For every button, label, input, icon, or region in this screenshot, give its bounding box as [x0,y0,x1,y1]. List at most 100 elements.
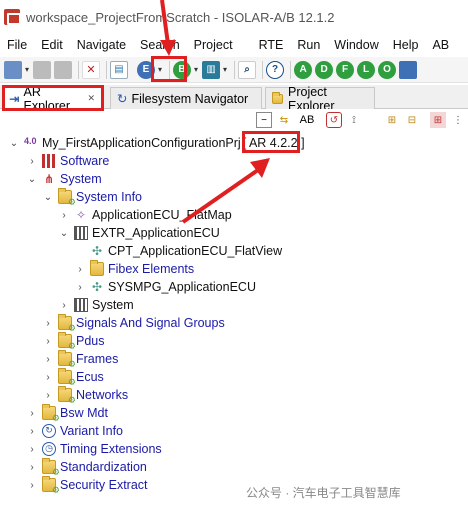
menu-search[interactable]: Search [133,38,187,52]
tree-item-networks[interactable]: › Networks [42,386,129,406]
ab-filter-button[interactable]: AB [296,112,318,128]
b-button[interactable]: B [173,60,192,79]
tree-item-label: EXTR_ApplicationECU [92,226,220,240]
tree-item-system-element[interactable]: › System [58,296,134,314]
expand-toggle-icon[interactable]: › [26,462,38,473]
new-dropdown-icon[interactable]: ▾ [25,65,29,74]
menu-run[interactable]: Run [290,38,327,52]
expand-toggle-icon[interactable]: › [42,336,54,347]
tree-item-sysmpg[interactable]: › ✣ SYSMPG_ApplicationECU [74,278,256,296]
isolar-app-icon [4,9,21,25]
menu-rte[interactable]: RTE [252,38,291,52]
refresh-icon[interactable]: ↺ [326,112,342,128]
menu-file[interactable]: File [0,38,34,52]
menu-project[interactable]: Project [187,38,240,52]
tree-item-label: Security Extract [60,478,148,492]
grid-icon[interactable]: ⊞ [430,112,446,128]
tree-item-pdus[interactable]: › Pdus [42,332,105,352]
folder-icon [272,91,283,104]
menu-help[interactable]: Help [386,38,426,52]
expand-toggle-icon[interactable]: › [58,210,70,221]
l-button[interactable]: L [357,60,376,79]
save-all-icon[interactable] [54,60,73,79]
menu-ab[interactable]: AB [425,38,456,52]
menu-window[interactable]: Window [327,38,385,52]
tree-item-bsw-mdt[interactable]: › Bsw Mdt [26,404,108,424]
menu-navigate[interactable]: Navigate [70,38,133,52]
generate-dropdown-icon[interactable]: ▾ [223,65,227,74]
tree-item-system[interactable]: ⌄ ⋔ System [26,170,102,188]
tree-item-fibex-elements[interactable]: › Fibex Elements [74,260,194,278]
tree-item-system-info[interactable]: ⌄ System Info [42,188,142,208]
add-icon[interactable]: ⊞ [384,112,400,128]
clipboard-icon[interactable]: ▤ [110,60,129,79]
menu-edit[interactable]: Edit [34,38,70,52]
tree-item-timing-extensions[interactable]: › ◷ Timing Extensions [26,440,162,458]
new-icon[interactable] [4,60,22,79]
close-icon[interactable]: ✕ [87,93,95,104]
tree-item-security-extract[interactable]: › Security Extract [26,476,148,496]
expand-toggle-icon[interactable]: › [26,156,38,167]
group-icon[interactable]: ⊟ [404,112,420,128]
b-dropdown-icon[interactable]: ▾ [194,65,198,74]
tree-project-row[interactable]: ⌄ 4.0 My_FirstApplicationConfigurationPr… [8,134,305,152]
expand-toggle-icon[interactable]: › [74,282,86,293]
toolbar-separator [262,60,264,79]
expand-toggle-icon[interactable]: ⌄ [42,192,54,203]
ar40-project-icon: 4.0 [24,136,37,146]
tree-item-label: Networks [76,388,129,402]
tree-item-extr-applicationecu[interactable]: ⌄ EXTR_ApplicationECU [58,224,220,242]
tab-ar-explorer[interactable]: ⇥ AR Explorer ✕ [2,85,102,113]
tree-item-label: Signals And Signal Groups [76,316,225,330]
e-button[interactable]: E [137,60,156,79]
title-bar: workspace_ProjectFromScratch - ISOLAR-A/… [0,0,468,34]
link-editor-icon[interactable]: ⇆ [276,112,292,128]
expand-toggle-icon[interactable]: › [42,390,54,401]
tree-item-software[interactable]: › Software [26,152,109,170]
expand-toggle-icon[interactable]: › [74,264,86,275]
tab-filesystem-navigator[interactable]: ↻ Filesystem Navigator [110,87,262,109]
a-button[interactable]: A [294,60,313,79]
validate-icon[interactable]: ✕ [82,60,101,79]
search-icon[interactable]: ⌕ [238,60,257,79]
view-menu-icon[interactable]: ⋮ [450,112,466,128]
mapping-icon: ✣ [91,280,103,294]
help-icon[interactable]: ? [266,60,285,79]
expand-toggle-icon[interactable]: ⌄ [26,174,38,185]
package-folder-icon [58,314,76,334]
expand-toggle-icon[interactable]: › [42,318,54,329]
package-folder-icon [58,368,76,388]
expand-toggle-icon[interactable]: › [26,426,38,437]
tree-item-variant-info[interactable]: › ↻ Variant Info [26,422,123,440]
extra-icon[interactable] [399,60,418,79]
d-button[interactable]: D [315,60,334,79]
tree-item-standardization[interactable]: › Standardization [26,458,147,478]
expand-toggle-icon[interactable]: ⌄ [58,228,70,239]
collapse-all-icon[interactable]: − [256,112,272,128]
tree-item-label: ApplicationECU_FlatMap [92,208,232,222]
expand-toggle-icon[interactable]: › [26,408,38,419]
filter-icon[interactable]: ⟟ [346,112,362,128]
e-dropdown-icon[interactable]: ▾ [158,65,162,74]
save-icon[interactable] [33,60,52,79]
tree-item-cpt-flatview[interactable]: ✣ CPT_ApplicationECU_FlatView [90,242,282,260]
expand-toggle-icon[interactable]: ⌄ [8,138,20,149]
tree-item-ecus[interactable]: › Ecus [42,368,104,388]
tree-item-label: SYSMPG_ApplicationECU [108,280,256,294]
tree-item-signals[interactable]: › Signals And Signal Groups [42,314,225,334]
expand-toggle-icon[interactable]: › [26,444,38,455]
arrow-head [250,158,270,178]
tree-item-applicationecu-flatmap[interactable]: › ✧ ApplicationECU_FlatMap [58,206,232,224]
expand-toggle-icon[interactable]: › [58,300,70,311]
tab-project-explorer[interactable]: Project Explorer [265,85,375,113]
tree-item-label: Variant Info [60,424,124,438]
f-button[interactable]: F [336,60,355,79]
tree-item-frames[interactable]: › Frames [42,350,118,370]
o-button[interactable]: O [378,60,397,79]
ar-explorer-icon: ⇥ [9,92,20,106]
expand-toggle-icon[interactable]: › [26,480,38,491]
flatview-icon: ✣ [91,244,103,258]
expand-toggle-icon[interactable]: › [42,372,54,383]
generate-icon[interactable]: ▥ [202,60,221,79]
expand-toggle-icon[interactable]: › [42,354,54,365]
